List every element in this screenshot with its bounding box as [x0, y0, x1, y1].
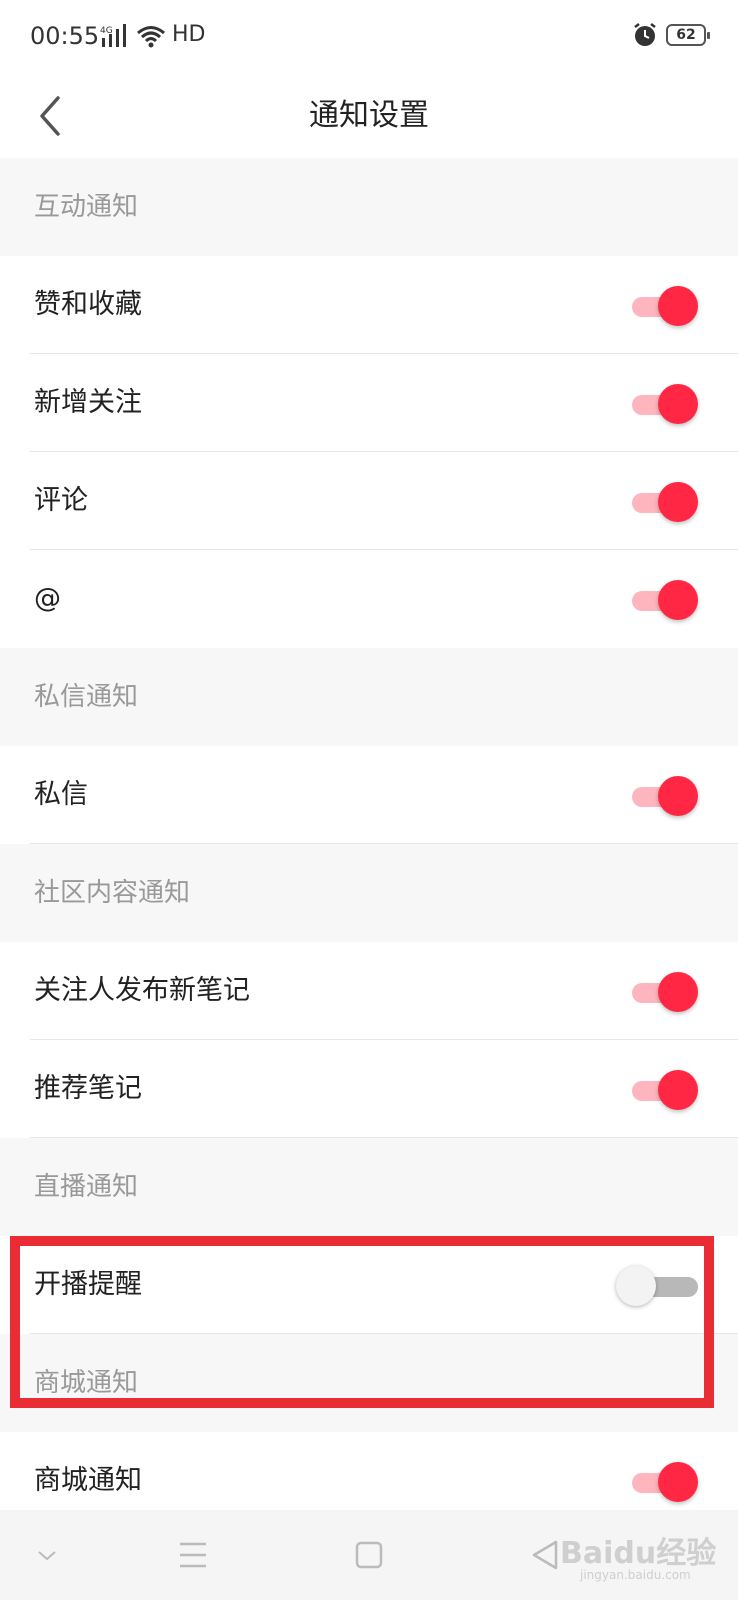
toggle-knob	[658, 286, 698, 326]
square-icon	[355, 1541, 383, 1569]
wifi-icon	[137, 26, 165, 48]
toggle-comments[interactable]	[632, 482, 698, 522]
setting-label: 关注人发布新笔记	[34, 975, 250, 1006]
nav-collapse-button[interactable]	[22, 1530, 72, 1580]
toggle-new-followers[interactable]	[632, 384, 698, 424]
battery-indicator: 62	[666, 24, 710, 46]
section-header-interaction: 互动通知	[0, 158, 738, 256]
toggle-likes[interactable]	[632, 286, 698, 326]
toggle-knob	[658, 972, 698, 1012]
toggle-knob	[658, 482, 698, 522]
setting-label: 赞和收藏	[34, 289, 142, 320]
nav-header: 通知设置	[0, 72, 738, 158]
status-time: 00:55	[30, 22, 100, 50]
divider	[30, 843, 738, 844]
hd-indicator: HD	[172, 22, 206, 47]
signal-icon: 4G	[100, 24, 126, 47]
section-header-live: 直播通知	[0, 1138, 738, 1236]
section-header-messages: 私信通知	[0, 648, 738, 746]
toggle-knob	[658, 1070, 698, 1110]
setting-label: 评论	[34, 485, 88, 516]
setting-row-likes: 赞和收藏	[0, 256, 738, 354]
chevron-down-icon	[38, 1551, 56, 1561]
toggle-live-start[interactable]	[616, 1266, 698, 1306]
page-title: 通知设置	[309, 98, 429, 133]
section-header-community: 社区内容通知	[0, 844, 738, 942]
toggle-knob	[616, 1266, 656, 1306]
toggle-knob	[658, 384, 698, 424]
divider	[30, 1333, 738, 1334]
toggle-followed-new-notes[interactable]	[632, 972, 698, 1012]
toggle-knob	[658, 1462, 698, 1502]
nav-home-button[interactable]	[344, 1530, 394, 1580]
setting-label: 新增关注	[34, 387, 142, 418]
setting-row-recommended-notes: 推荐笔记	[0, 1040, 738, 1138]
toggle-knob	[658, 580, 698, 620]
toggle-messages[interactable]	[632, 776, 698, 816]
settings-list: 互动通知 赞和收藏 新增关注 评论 @ 私信通知 私信 社区内容通知 关注人发布…	[0, 158, 738, 1530]
setting-row-comments: 评论	[0, 452, 738, 550]
setting-label: @	[34, 583, 61, 614]
toggle-knob	[658, 776, 698, 816]
watermark-url: jingyan.baidu.com	[580, 1568, 691, 1582]
alarm-icon	[634, 23, 656, 46]
toggle-mentions[interactable]	[632, 580, 698, 620]
nav-menu-button[interactable]	[168, 1530, 218, 1580]
setting-row-live-start: 开播提醒	[0, 1236, 738, 1334]
divider	[30, 1137, 738, 1138]
setting-label: 开播提醒	[34, 1269, 142, 1300]
toggle-mall[interactable]	[632, 1462, 698, 1502]
toggle-recommended-notes[interactable]	[632, 1070, 698, 1110]
setting-label: 推荐笔记	[34, 1073, 142, 1104]
setting-row-new-followers: 新增关注	[0, 354, 738, 452]
setting-label: 私信	[34, 779, 88, 810]
setting-row-mentions: @	[0, 550, 738, 648]
setting-row-followed-new-notes: 关注人发布新笔记	[0, 942, 738, 1040]
setting-row-messages: 私信	[0, 746, 738, 844]
status-bar: 00:55 4G HD 62	[0, 0, 738, 72]
section-header-mall: 商城通知	[0, 1334, 738, 1432]
menu-icon	[180, 1542, 206, 1568]
watermark-logo: Baidu经验	[560, 1536, 717, 1571]
